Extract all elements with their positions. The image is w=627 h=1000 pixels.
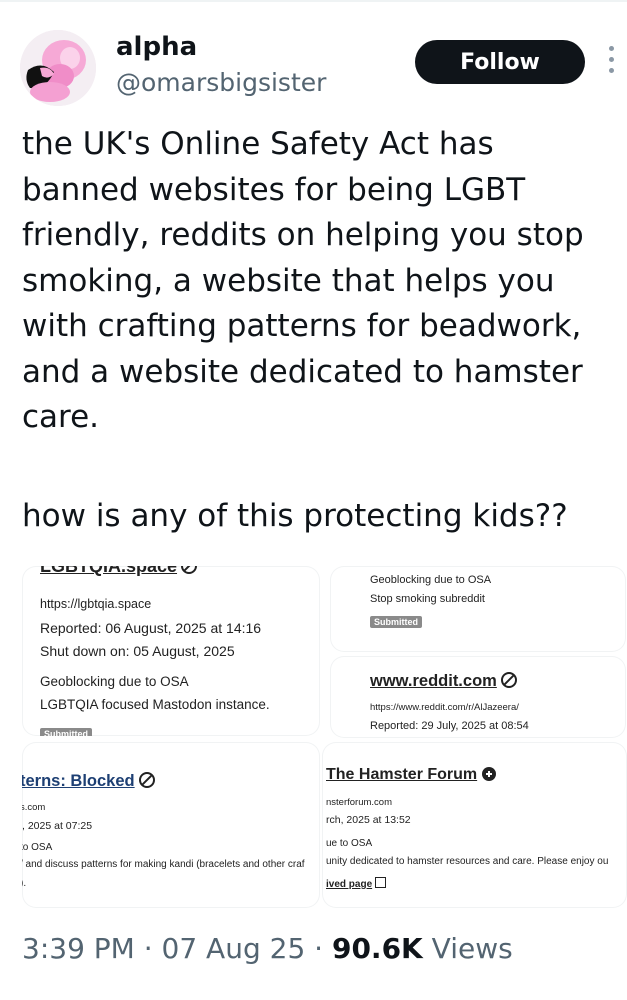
external-link-icon	[375, 877, 387, 888]
card-url: nsterforum.com	[326, 797, 392, 808]
card-desc: unity dedicated to hamster resources and…	[326, 856, 609, 867]
more-options-icon[interactable]	[604, 46, 618, 80]
card-url: https://www.reddit.com/r/AlJazeera/	[370, 702, 519, 713]
card-url: s.com	[22, 802, 46, 813]
card-hamster-forum[interactable]: The Hamster Forum nsterforum.com rch, 20…	[322, 742, 627, 908]
card-title: LGBTQIA.space	[40, 566, 198, 577]
follow-button[interactable]: Follow	[415, 40, 585, 84]
card-desc: LGBTQIA focused Mastodon instance.	[40, 697, 270, 712]
card-reported: rch, 2025 at 13:52	[326, 814, 411, 826]
tweet-text: the UK's Online Safety Act has banned we…	[22, 126, 584, 435]
card-url: https://lgbtqia.space	[40, 597, 152, 611]
blocked-icon	[181, 566, 198, 574]
card-reason: Geoblocking due to OSA	[40, 674, 189, 689]
card-reason: ue to OSA	[326, 838, 373, 849]
card-desc: Stop smoking subreddit	[370, 593, 485, 605]
top-divider	[0, 0, 627, 2]
blocked-icon	[482, 767, 497, 781]
card-reported: Reported: 29 July, 2025 at 08:54	[370, 720, 529, 732]
card-patterns[interactable]: terns: Blocked s.com ', 2025 at 07:25 to…	[22, 742, 320, 908]
card-reported: Reported: 06 August, 2025 at 14:16	[40, 620, 262, 636]
card-reddit-subreddit[interactable]: Geoblocking due to OSA Stop smoking subr…	[330, 566, 626, 652]
card-title: www.reddit.com	[370, 672, 517, 691]
status-badge: Submitted	[370, 616, 422, 628]
card-shutdown: Shut down on: 05 August, 2025	[40, 643, 235, 659]
tweet-timestamp[interactable]: 3:39 PM · 07 Aug 25 ·	[22, 932, 332, 965]
views-count: 90.6K	[331, 932, 423, 965]
card-title: terns: Blocked	[22, 772, 155, 791]
blocked-icon	[500, 672, 517, 688]
author-name[interactable]: alpha	[116, 32, 197, 62]
card-reddit[interactable]: www.reddit.com https://www.reddit.com/r/…	[330, 656, 626, 738]
card-extra: ).	[22, 878, 27, 889]
card-lgbtqia[interactable]: LGBTQIA.space https://lgbtqia.space Repo…	[22, 566, 320, 736]
blocked-icon	[138, 772, 155, 788]
card-title: The Hamster Forum	[326, 766, 497, 784]
flamingo-avatar-icon	[20, 30, 96, 106]
card-reported: ', 2025 at 07:25	[22, 820, 93, 832]
card-reason: to OSA	[22, 842, 53, 853]
author-handle[interactable]: @omarsbigsister	[116, 68, 326, 97]
views-label: Views	[422, 932, 513, 965]
card-reason: Geoblocking due to OSA	[370, 574, 492, 586]
tweet-meta: 3:39 PM · 07 Aug 25 · 90.6K Views	[22, 932, 513, 965]
card-desc: / and discuss patterns for making kandi …	[22, 859, 305, 870]
archived-page-link[interactable]: ived page	[326, 877, 387, 890]
tweet-question: how is any of this protecting kids??	[22, 498, 568, 534]
status-badge: Submitted	[40, 728, 92, 736]
avatar[interactable]	[20, 30, 96, 106]
